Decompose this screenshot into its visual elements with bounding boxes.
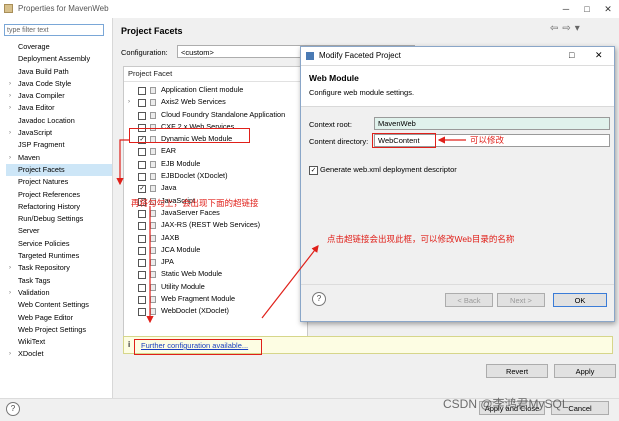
annotation-arrows — [116, 136, 466, 324]
arrow-to-dialog — [261, 245, 319, 319]
watermark: CSDN @李鸿君MySQL — [443, 397, 569, 411]
arrow-to-dynamic-web — [116, 139, 129, 186]
